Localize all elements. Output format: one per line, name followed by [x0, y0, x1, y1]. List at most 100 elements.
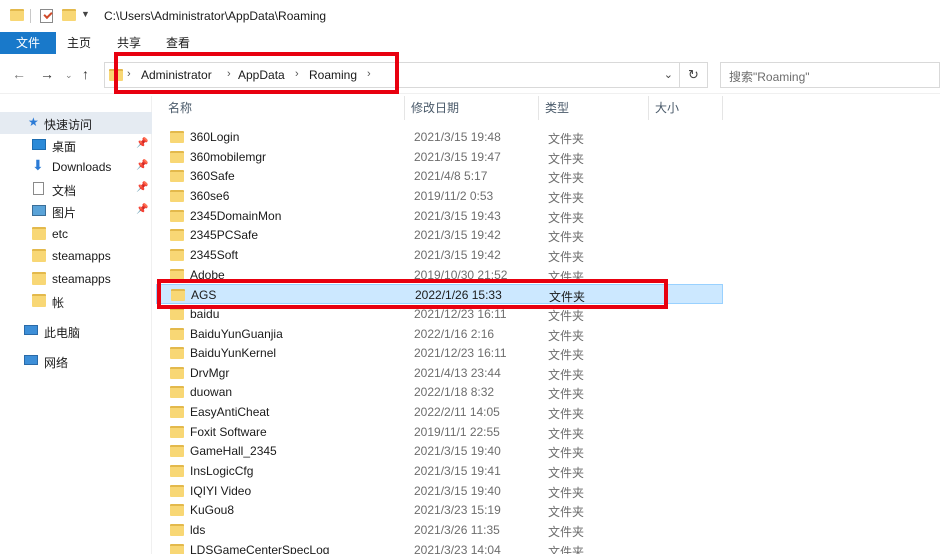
file-row[interactable]: baidu 2021/12/23 16:11 文件夹 — [156, 304, 724, 324]
file-name: AGS — [191, 288, 217, 303]
sidebar-item-network[interactable]: 网络 — [0, 350, 152, 372]
chevron-right-icon[interactable]: › — [227, 68, 231, 80]
folder-icon — [170, 406, 184, 419]
sidebar-item-label: 网络 — [44, 356, 69, 370]
sidebar-item-account[interactable]: 帐 — [0, 290, 152, 312]
file-type: 文件夹 — [548, 328, 585, 343]
file-row[interactable]: IQIYI Video 2021/3/15 19:40 文件夹 — [156, 481, 724, 501]
ribbon-tabs: 文件 主页 共享 查看 — [0, 32, 940, 54]
address-bar[interactable]: › Administrator › AppData › Roaming › ⌄ — [104, 62, 680, 88]
sidebar-item-this-pc[interactable]: 此电脑 — [0, 320, 152, 342]
breadcrumb-administrator[interactable]: Administrator — [141, 68, 212, 82]
file-row[interactable]: AGS 2022/1/26 15:33 文件夹 — [156, 284, 723, 305]
file-row[interactable]: 360se6 2019/11/2 0:53 文件夹 — [156, 186, 724, 206]
file-date: 2021/3/15 19:40 — [414, 444, 501, 459]
column-divider[interactable] — [404, 96, 405, 120]
file-row[interactable]: 360mobilemgr 2021/3/15 19:47 文件夹 — [156, 147, 724, 167]
file-row[interactable]: 2345PCSafe 2021/3/15 19:42 文件夹 — [156, 225, 724, 245]
properties-icon[interactable] — [40, 9, 53, 23]
file-date: 2022/2/11 14:05 — [414, 405, 500, 420]
file-row[interactable]: Adobe 2019/10/30 21:52 文件夹 — [156, 265, 724, 285]
column-header-date[interactable]: 修改日期 — [411, 94, 459, 122]
sidebar-item-desktop[interactable]: 桌面 📌 — [0, 134, 152, 156]
file-row[interactable]: BaiduYunGuanjia 2022/1/16 2:16 文件夹 — [156, 324, 724, 344]
file-date: 2022/1/16 2:16 — [414, 326, 495, 341]
chevron-down-icon[interactable]: ⌄ — [664, 68, 673, 81]
sidebar-item-label: steamapps — [52, 272, 111, 286]
folder-icon — [170, 131, 184, 143]
back-arrow-icon[interactable]: ← — [12, 66, 26, 82]
pin-icon[interactable]: 📌 — [136, 138, 148, 149]
file-row[interactable]: 360Login 2021/3/15 19:48 文件夹 — [156, 127, 724, 147]
column-header-type[interactable]: 类型 — [545, 94, 569, 122]
sidebar-item-label: 此电脑 — [44, 326, 81, 340]
file-row[interactable]: BaiduYunKernel 2021/12/23 16:11 文件夹 — [156, 343, 724, 363]
file-row[interactable]: 2345Soft 2021/3/15 19:42 文件夹 — [156, 245, 724, 265]
column-divider[interactable] — [648, 96, 649, 120]
file-type: 文件夹 — [548, 132, 585, 146]
chevron-right-icon[interactable]: › — [127, 68, 131, 80]
customize-toolbar-icon[interactable]: ▼ — [81, 9, 90, 19]
folder-icon — [10, 9, 24, 21]
column-header-name[interactable]: 名称 — [168, 94, 192, 122]
up-arrow-icon[interactable]: ↑ — [82, 66, 89, 82]
sidebar-item-etc[interactable]: etc — [0, 223, 152, 245]
chevron-right-icon[interactable]: › — [367, 68, 371, 80]
chevron-right-icon[interactable]: › — [295, 68, 299, 80]
folder-icon — [170, 170, 184, 183]
file-type: 文件夹 — [548, 269, 585, 284]
navigation-pane: ★ 快速访问 桌面 📌 ⬇ Downloads 📌 文档 📌 图片 📌 etc … — [0, 96, 152, 554]
sidebar-item-label: 文档 — [52, 184, 77, 198]
file-row[interactable]: EasyAntiCheat 2022/2/11 14:05 文件夹 — [156, 402, 724, 422]
recent-locations-icon[interactable]: ⌄ — [65, 70, 73, 81]
file-row[interactable]: Foxit Software 2019/11/1 22:55 文件夹 — [156, 422, 724, 442]
sidebar-item-downloads[interactable]: ⬇ Downloads 📌 — [0, 156, 152, 178]
tab-share[interactable]: 共享 — [117, 32, 141, 54]
sidebar-item-steamapps[interactable]: steamapps — [0, 245, 152, 267]
column-header-size[interactable]: 大小 — [655, 94, 679, 122]
file-row[interactable]: 360Safe 2021/4/8 5:17 文件夹 — [156, 166, 724, 186]
breadcrumb-roaming[interactable]: Roaming — [309, 68, 357, 82]
forward-arrow-icon[interactable]: → — [40, 66, 54, 82]
file-row[interactable]: KuGou8 2021/3/23 15:19 文件夹 — [156, 500, 724, 520]
file-name: EasyAntiCheat — [190, 405, 270, 420]
pin-icon[interactable]: 📌 — [136, 204, 148, 215]
file-row[interactable]: LDSGameCenterSpecLog 2021/3/23 14:04 文件夹 — [156, 540, 724, 554]
tab-home[interactable]: 主页 — [67, 32, 91, 54]
file-type: 文件夹 — [548, 446, 585, 461]
title-bar: ▼ C:\Users\Administrator\AppData\Roaming — [0, 0, 940, 32]
file-type: 文件夹 — [548, 249, 585, 264]
column-divider[interactable] — [538, 96, 539, 120]
folder-icon — [170, 465, 184, 478]
pin-icon[interactable]: 📌 — [136, 160, 148, 171]
sidebar-item-quick-access[interactable]: ★ 快速访问 — [0, 112, 152, 134]
file-name: 2345DomainMon — [190, 208, 282, 223]
new-folder-icon[interactable] — [62, 9, 76, 21]
column-divider[interactable] — [722, 96, 723, 120]
file-type: 文件夹 — [548, 210, 585, 225]
file-row[interactable]: InsLogicCfg 2021/3/15 19:41 文件夹 — [156, 461, 724, 481]
tab-view[interactable]: 查看 — [166, 32, 190, 54]
file-row[interactable]: lds 2021/3/26 11:35 文件夹 — [156, 520, 724, 540]
breadcrumb-appdata[interactable]: AppData — [238, 68, 285, 82]
pin-icon[interactable]: 📌 — [136, 182, 148, 193]
sidebar-item-steamapps-2[interactable]: steamapps — [0, 268, 152, 290]
folder-icon — [32, 249, 46, 262]
file-row[interactable]: GameHall_2345 2021/3/15 19:40 文件夹 — [156, 441, 724, 461]
sidebar-item-documents[interactable]: 文档 📌 — [0, 178, 152, 200]
file-row[interactable]: 2345DomainMon 2021/3/15 19:43 文件夹 — [156, 206, 724, 226]
file-name: LDSGameCenterSpecLog — [190, 542, 330, 554]
file-name: InsLogicCfg — [190, 464, 254, 479]
file-row[interactable]: DrvMgr 2021/4/13 23:44 文件夹 — [156, 363, 724, 383]
refresh-icon[interactable]: ↻ — [680, 62, 708, 88]
tab-file[interactable]: 文件 — [0, 32, 56, 54]
folder-icon — [109, 69, 123, 81]
sidebar-item-label: steamapps — [52, 249, 111, 263]
file-date: 2021/3/15 19:41 — [414, 464, 501, 479]
file-row[interactable]: duowan 2022/1/18 8:32 文件夹 — [156, 382, 724, 402]
search-input[interactable]: 搜索"Roaming" — [720, 62, 940, 88]
file-date: 2021/3/15 19:40 — [414, 483, 501, 498]
file-name: lds — [190, 523, 206, 537]
sidebar-item-pictures[interactable]: 图片 📌 — [0, 200, 152, 222]
file-name: Adobe — [190, 267, 225, 282]
